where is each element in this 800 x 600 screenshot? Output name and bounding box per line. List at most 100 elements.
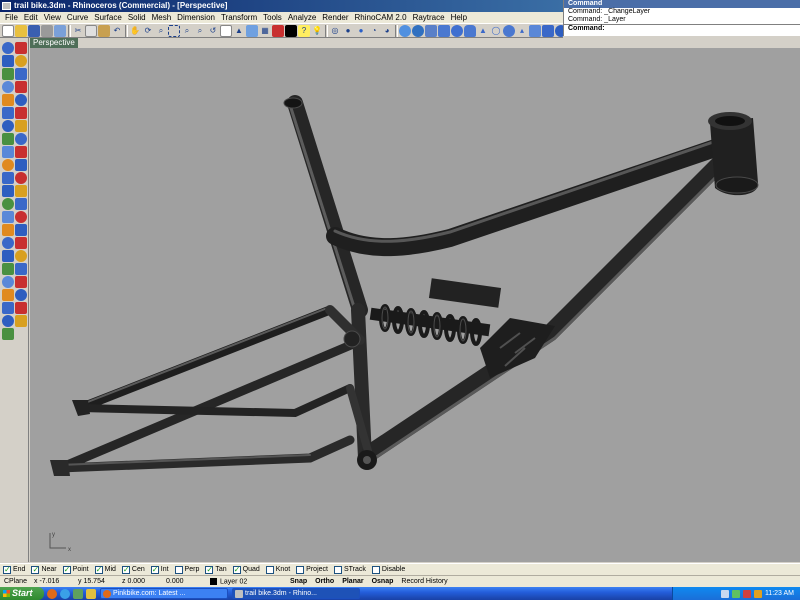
array-icon[interactable]: [2, 263, 14, 275]
zoom-icon[interactable]: ⌕: [155, 25, 167, 37]
osnap-checkbox[interactable]: [121, 565, 130, 574]
osnap-disable[interactable]: Disable: [371, 565, 405, 574]
cplane-icon[interactable]: [246, 24, 258, 37]
group-icon[interactable]: [15, 289, 27, 301]
circle-icon[interactable]: [15, 68, 27, 80]
osnap-mid[interactable]: Mid: [94, 565, 116, 574]
menu-raytrace[interactable]: Raytrace: [410, 13, 448, 22]
torus-icon[interactable]: ◯: [490, 25, 502, 37]
zoom-window-icon[interactable]: [168, 24, 180, 37]
cplane-label[interactable]: CPlane: [0, 578, 30, 585]
import-icon[interactable]: [54, 24, 66, 37]
cone-icon[interactable]: ▲: [477, 25, 489, 37]
grid-snap-icon[interactable]: ▦: [259, 25, 271, 37]
undo-icon[interactable]: ↶: [111, 25, 123, 37]
ortho-toggle[interactable]: Ortho: [311, 578, 338, 585]
menu-solid[interactable]: Solid: [125, 13, 149, 22]
polygon-icon[interactable]: [2, 94, 14, 106]
osnap-checkbox[interactable]: [150, 565, 159, 574]
copy-icon[interactable]: [2, 237, 14, 249]
viewport-tab-perspective[interactable]: Perspective: [30, 38, 78, 48]
rotate-icon[interactable]: [15, 237, 27, 249]
osnap-checkbox[interactable]: [232, 565, 241, 574]
polyline-icon[interactable]: [15, 55, 27, 67]
tray-app-icon[interactable]: [753, 589, 762, 598]
osnap-cen[interactable]: Cen: [121, 565, 145, 574]
fillet-curve-icon[interactable]: [2, 107, 14, 119]
ellipse-icon[interactable]: [15, 81, 27, 93]
osnap-checkbox[interactable]: [371, 565, 380, 574]
pan-icon[interactable]: ✋: [129, 25, 141, 37]
lock-icon[interactable]: [15, 315, 27, 327]
dimension-icon[interactable]: [2, 224, 14, 236]
taskbar-item-pinkbike[interactable]: Pinkbike.com: Latest ...: [100, 588, 228, 599]
hide-icon[interactable]: [2, 315, 14, 327]
split-icon[interactable]: [2, 276, 14, 288]
select-icon[interactable]: [2, 42, 14, 54]
tube-icon[interactable]: [529, 24, 541, 37]
menu-file[interactable]: File: [2, 13, 21, 22]
osnap-knot[interactable]: Knot: [265, 565, 290, 574]
explode-icon[interactable]: [2, 289, 14, 301]
render-icon[interactable]: [399, 24, 411, 37]
join-icon[interactable]: [15, 276, 27, 288]
render-preview-icon[interactable]: [412, 24, 424, 37]
curve-icon[interactable]: [15, 94, 27, 106]
four-viewports-icon[interactable]: [220, 24, 232, 37]
osnap-checkbox[interactable]: [333, 565, 342, 574]
osnap-checkbox[interactable]: [296, 565, 305, 574]
planar-surface-icon[interactable]: [2, 120, 14, 132]
pipe-icon[interactable]: [2, 185, 14, 197]
rotate-view-icon[interactable]: ⟳: [142, 25, 154, 37]
help-icon[interactable]: ?: [298, 24, 310, 37]
osnap-checkbox[interactable]: [174, 565, 183, 574]
rendered-icon[interactable]: ●: [355, 25, 367, 37]
osnap-end[interactable]: End: [3, 565, 25, 574]
ghosted-icon[interactable]: ◔: [368, 25, 380, 37]
paste-icon[interactable]: [98, 24, 110, 37]
pyramid-icon[interactable]: ▴: [516, 25, 528, 37]
perspective-viewport[interactable]: y x: [30, 48, 800, 562]
undo-view-icon[interactable]: ↺: [207, 25, 219, 37]
record-history-toggle[interactable]: Record History: [397, 578, 451, 585]
osnap-checkbox[interactable]: [31, 565, 40, 574]
text-icon[interactable]: [15, 185, 27, 197]
sweep-icon[interactable]: [2, 146, 14, 158]
command-prompt-input[interactable]: Command:: [564, 24, 800, 32]
sphere-solid-icon[interactable]: [2, 172, 14, 184]
osnap-checkbox[interactable]: [3, 565, 11, 574]
desktop-icon[interactable]: [73, 588, 83, 599]
extrude-surface-icon[interactable]: [15, 120, 27, 132]
tray-volume-icon[interactable]: [720, 589, 729, 598]
zoom-selected-icon[interactable]: ⌕: [194, 25, 206, 37]
mesh-icon[interactable]: [2, 198, 14, 210]
boolean-icon[interactable]: [15, 211, 27, 223]
trim-icon[interactable]: [15, 263, 27, 275]
taskbar-item-rhino[interactable]: trail bike.3dm - Rhino...: [232, 588, 360, 599]
loft-icon[interactable]: [2, 133, 14, 145]
osnap-near[interactable]: Near: [31, 565, 57, 574]
wireframe-icon[interactable]: ◎: [329, 25, 341, 37]
new-file-icon[interactable]: [2, 24, 14, 37]
menu-analyze[interactable]: Analyze: [285, 13, 319, 22]
scale-icon[interactable]: [2, 250, 14, 262]
osnap-tan[interactable]: Tan: [205, 565, 227, 574]
menu-help[interactable]: Help: [448, 13, 470, 22]
menu-curve[interactable]: Curve: [64, 13, 91, 22]
menu-transform[interactable]: Transform: [218, 13, 260, 22]
planar-toggle[interactable]: Planar: [338, 578, 367, 585]
boolean-union-icon[interactable]: [555, 24, 563, 37]
cylinder-solid-icon[interactable]: [15, 172, 27, 184]
snap-toggle[interactable]: Snap: [286, 578, 311, 585]
osnap-project[interactable]: Project: [296, 565, 328, 574]
tray-shield-icon[interactable]: [742, 589, 751, 598]
rectangle-icon[interactable]: [2, 68, 14, 80]
open-folder-icon[interactable]: [15, 24, 27, 37]
ellipsoid-icon[interactable]: [503, 24, 515, 37]
cut-icon[interactable]: ✂: [72, 25, 84, 37]
osnap-perp[interactable]: Perp: [174, 565, 199, 574]
firefox-icon[interactable]: [47, 588, 57, 599]
move-icon[interactable]: [15, 224, 27, 236]
ie-icon[interactable]: [60, 588, 70, 599]
menu-mesh[interactable]: Mesh: [149, 13, 175, 22]
